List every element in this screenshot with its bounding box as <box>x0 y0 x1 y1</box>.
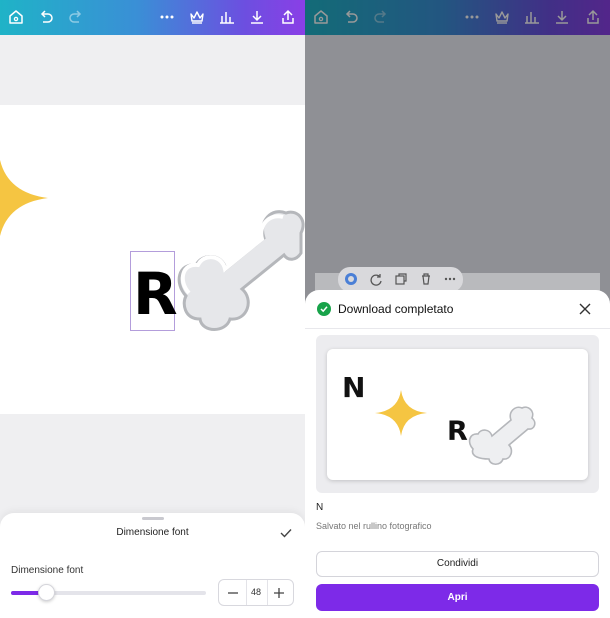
download-icon[interactable] <box>553 8 571 26</box>
top-toolbar <box>305 0 610 35</box>
dialog-divider <box>305 328 610 329</box>
preview-text-r: R <box>447 416 468 447</box>
crown-icon[interactable] <box>188 8 206 26</box>
slider-label: Dimensione font <box>11 565 84 576</box>
sheet-grabber[interactable] <box>142 517 164 520</box>
download-icon[interactable] <box>248 8 266 26</box>
color-icon[interactable] <box>344 272 358 286</box>
plus-icon[interactable] <box>271 585 287 601</box>
close-icon[interactable] <box>578 302 592 316</box>
file-saved-location: Salvato nel rullino fotografico <box>316 521 432 531</box>
trash-icon[interactable] <box>419 272 433 286</box>
font-size-stepper: 48 <box>218 579 294 606</box>
home-icon[interactable] <box>7 8 25 26</box>
font-size-sheet: Dimensione font Dimensione font 48 <box>0 513 305 618</box>
duplicate-icon[interactable] <box>394 272 408 286</box>
crown-icon[interactable] <box>493 8 511 26</box>
top-toolbar <box>0 0 305 35</box>
chart-icon[interactable] <box>218 8 236 26</box>
sheet-title: Dimensione font <box>116 527 189 538</box>
preview-graphics <box>375 390 536 466</box>
download-complete-dialog: Download completato N R N Salvato nel ru… <box>305 290 610 618</box>
redo-icon[interactable] <box>372 8 390 26</box>
more-icon[interactable] <box>443 272 457 286</box>
sparkle-graphic <box>375 390 427 436</box>
rotate-icon[interactable] <box>369 272 383 286</box>
canvas-text-element[interactable]: R <box>133 259 178 329</box>
design-preview: N R <box>316 335 599 493</box>
editor-panel: R Dimensione font Dimensione font 48 <box>0 0 305 618</box>
chart-icon[interactable] <box>523 8 541 26</box>
more-icon[interactable] <box>463 8 481 26</box>
bone-graphic <box>468 406 536 466</box>
undo-icon[interactable] <box>342 8 360 26</box>
minus-icon[interactable] <box>225 585 241 601</box>
undo-icon[interactable] <box>37 8 55 26</box>
share-icon[interactable] <box>279 8 297 26</box>
confirm-check-icon[interactable] <box>279 526 293 540</box>
share-button[interactable]: Condividi <box>316 551 599 577</box>
share-icon[interactable] <box>584 8 602 26</box>
home-icon[interactable] <box>312 8 330 26</box>
download-panel: N Download completato N R N Salvato nel … <box>305 0 610 618</box>
dialog-title: Download completato <box>338 302 454 316</box>
element-floating-toolbar <box>338 267 463 292</box>
open-button[interactable]: Apri <box>316 584 599 611</box>
sparkle-graphic <box>0 160 48 236</box>
stepper-divider <box>267 580 268 605</box>
redo-icon[interactable] <box>67 8 85 26</box>
slider-thumb[interactable] <box>38 584 56 601</box>
preview-card: N R <box>327 349 588 480</box>
bone-graphic <box>177 210 305 331</box>
file-name: N <box>316 502 324 513</box>
success-check-icon <box>317 302 331 316</box>
more-icon[interactable] <box>158 8 176 26</box>
